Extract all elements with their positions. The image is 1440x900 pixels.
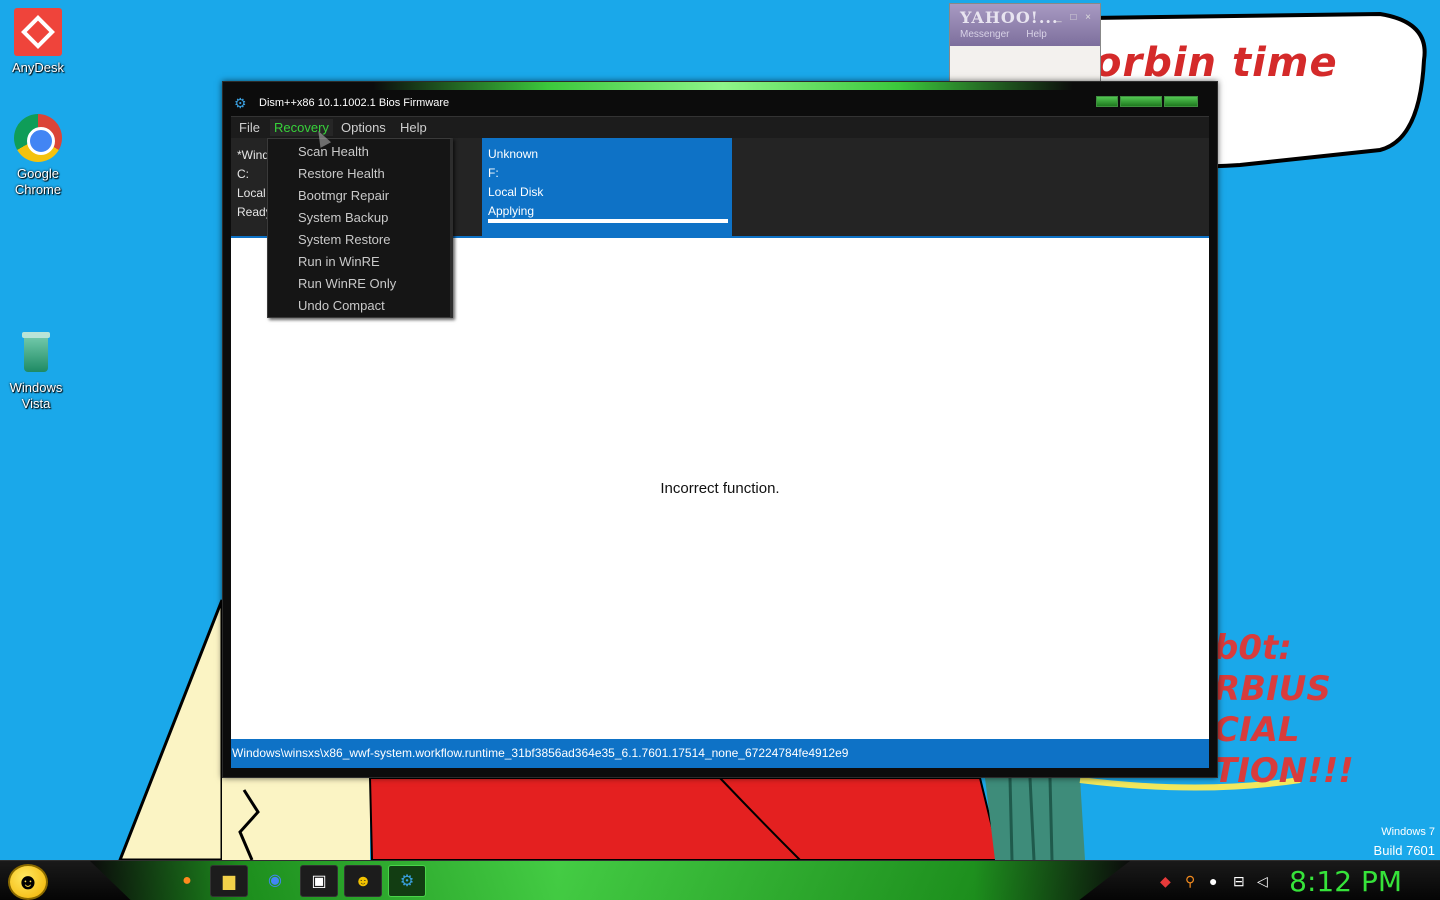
wallpaper-caption-line: CIAL [1214,710,1300,750]
desktop-icon-anydesk[interactable]: AnyDesk [2,8,74,76]
taskbar-firefox[interactable]: ● [168,865,206,897]
wallpaper-caption-line: b0t: [1214,628,1292,668]
menu-file[interactable]: File [235,119,264,136]
status-bar: Windows\winsxs\x86_wwf-system.workflow.r… [231,739,1209,768]
card-drive: F: [488,166,499,180]
chrome-icon: ◉ [268,872,282,889]
taskbar-chrome[interactable]: ◉ [256,865,294,897]
firefox-icon: ● [182,872,192,889]
taskbar: ☻ ● ▆ ◉ ▣ ☻ ⚙ ◆ ⚲ ● ⊟ ◁ 8:12 PM [0,860,1440,900]
smiley-start-icon: ☻ [16,869,40,894]
search-icon[interactable]: ⚲ [1185,873,1195,890]
minimize-button[interactable] [1096,96,1118,107]
card-name: Unknown [488,147,539,161]
taskbar-explorer[interactable]: ▆ [210,865,248,897]
desktop-icon-label: Google Chrome [14,166,62,197]
close-button[interactable] [1164,96,1198,107]
title-bar[interactable]: ⚙ Dism++x86 10.1.1002.1 Bios Firmware [223,90,1217,116]
wallpaper-speech-text: orbin time [1094,40,1338,86]
recycle-bin-icon [12,328,60,376]
chrome-icon [14,114,62,162]
taskbar-messenger[interactable]: ☻ [344,865,382,897]
menu-item-undo-compact[interactable]: Undo Compact [268,295,450,317]
volume-icon[interactable]: ◁ [1257,873,1268,890]
menu-help[interactable]: Help [396,119,431,136]
gear-icon: ⚙ [399,873,415,890]
taskbar-media[interactable]: ▣ [300,865,338,897]
desktop-icon-chrome[interactable]: Google Chrome [2,114,74,198]
clock[interactable]: 8:12 PM [1289,865,1402,898]
messenger-tray-icon[interactable]: ● [1209,873,1217,889]
menu-bar: File Recovery Options Help [231,116,1209,138]
desktop-icon-label: Windows Vista [9,380,63,411]
desktop-icon-label: AnyDesk [11,60,65,75]
menu-item-scan-health[interactable]: Scan Health [268,141,450,163]
start-button[interactable]: ☻ [8,864,48,900]
window-title: Dism++x86 10.1.1002.1 Bios Firmware [259,97,450,109]
yahoo-header: YAHOO!... _ □ × Messenger Help [950,4,1100,46]
menu-options[interactable]: Options [337,119,390,136]
yahoo-window-controls[interactable]: _ □ × [1056,12,1094,23]
folder-icon: ▆ [222,873,236,890]
menu-item-system-backup[interactable]: System Backup [268,207,450,229]
anydesk-tray-icon[interactable]: ◆ [1160,873,1171,890]
taskbar-dism[interactable]: ⚙ [388,865,426,897]
yahoo-menubar: Messenger Help [960,29,1090,40]
watermark-build: Build 7601 [1373,843,1435,858]
anydesk-icon [14,8,62,56]
progress-fill [488,219,728,223]
wallpaper-caption: b0t: RBIUS CIAL TION!!! [1214,628,1354,792]
card-type: Local Disk [488,185,544,199]
menu-item-restore-health[interactable]: Restore Health [268,163,450,185]
smiley-icon: ☻ [354,873,372,890]
watermark-os: Windows 7 [1381,826,1435,838]
wallpaper-caption-line: RBIUS [1214,669,1331,709]
window-glow [373,82,1073,90]
error-message: Incorrect function. [660,480,780,497]
selected-session-card[interactable]: Unknown F: Local Disk Applying [482,138,732,238]
menu-item-run-in-winre[interactable]: Run in WinRE [268,251,450,273]
gear-icon: ⚙ [234,95,247,111]
wallpaper-caption-line: TION!!! [1214,751,1354,791]
maximize-button[interactable] [1120,96,1162,107]
desktop-icon-recycle-bin[interactable]: Windows Vista [0,328,72,412]
menu-item-bootmgr-repair[interactable]: Bootmgr Repair [268,185,450,207]
yahoo-messenger-window[interactable]: YAHOO!... _ □ × Messenger Help [949,3,1101,83]
network-icon[interactable]: ⊟ [1233,873,1245,890]
progress-bar [488,219,728,223]
media-icon: ▣ [311,873,327,890]
yahoo-menu-help[interactable]: Help [1026,29,1047,40]
yahoo-menu-messenger[interactable]: Messenger [960,29,1009,40]
recovery-menu: Scan Health Restore Health Bootmgr Repai… [267,138,453,318]
menu-item-system-restore[interactable]: System Restore [268,229,450,251]
menu-item-run-winre-only[interactable]: Run WinRE Only [268,273,450,295]
